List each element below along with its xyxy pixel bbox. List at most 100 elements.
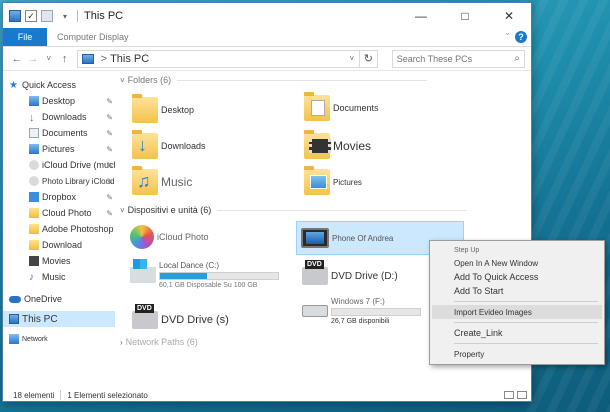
- network-icon: [9, 334, 19, 344]
- qat-dropdown-icon[interactable]: ▾: [57, 12, 73, 21]
- search-box[interactable]: ⌕: [391, 49, 526, 68]
- new-folder-icon[interactable]: [41, 10, 53, 22]
- menu-item-add-quick-access[interactable]: Add To Quick Access: [432, 270, 602, 284]
- menu-item-add-to-start[interactable]: Add To Start: [432, 284, 602, 298]
- maximize-button[interactable]: □: [443, 3, 487, 29]
- close-button[interactable]: ✕: [487, 3, 531, 29]
- ribbon-right: ˇ ?: [506, 31, 527, 43]
- up-button[interactable]: ↑: [57, 53, 73, 65]
- cloud-icon: [29, 176, 39, 186]
- this-pc-icon: [9, 314, 19, 324]
- pin-icon: ✎: [106, 208, 113, 218]
- drive-local-c[interactable]: Local Dance (C:) 60,1 GB Disposable Su 1…: [130, 259, 279, 289]
- folder-pictures[interactable]: Pictures: [304, 166, 362, 195]
- status-separator: [60, 390, 62, 400]
- sidebar-item-dropbox[interactable]: Dropbox ✎: [3, 189, 115, 205]
- collapse-chevron-icon[interactable]: ˅: [120, 76, 125, 85]
- drive-info: Windows 7 (F:) 26,7 GB disponibili: [331, 297, 421, 325]
- menu-item-open-new-window[interactable]: Open In A New Window: [432, 256, 602, 270]
- pin-icon: ✎: [106, 144, 113, 154]
- back-button[interactable]: ←: [9, 53, 25, 65]
- menu-item-property[interactable]: Property: [432, 347, 602, 361]
- large-icons-view-icon[interactable]: [517, 391, 527, 399]
- folder-downloads[interactable]: Downloads: [132, 130, 206, 159]
- sidebar-item-desktop[interactable]: Desktop ✎: [3, 93, 115, 109]
- drive-free-space: 60,1 GB Disposable Su 100 GB: [159, 282, 258, 289]
- address-bar[interactable]: > This PC ˅: [76, 49, 360, 68]
- sidebar-item-icloud-drive[interactable]: iCloud Drive (much ✎: [3, 157, 115, 173]
- ribbon-tabs: File Computer Display ˇ ?: [3, 28, 531, 47]
- folder-desktop[interactable]: Desktop: [132, 94, 194, 123]
- drive-label: Local Dance (C:): [159, 261, 220, 270]
- drive-usage-fill: [160, 273, 208, 279]
- drive-usage-bar: [331, 308, 421, 316]
- folder-documents[interactable]: Documents: [304, 92, 379, 121]
- desktop-icon: [29, 96, 39, 106]
- sidebar-quick-access[interactable]: ★ Quick Access: [3, 77, 115, 93]
- section-title: Folders (6): [127, 75, 172, 85]
- forward-button[interactable]: →: [25, 53, 41, 65]
- sidebar-item-music[interactable]: ♪ Music: [3, 269, 115, 285]
- search-input[interactable]: [396, 53, 507, 64]
- device-label: Phone Of Andrea: [332, 233, 394, 243]
- item-count: 18 elementi: [13, 390, 55, 400]
- windows-drive-icon: [130, 259, 156, 283]
- phone-device-icon: [301, 228, 329, 248]
- minimize-button[interactable]: —: [399, 3, 443, 29]
- sidebar-item-download[interactable]: Download: [3, 237, 115, 253]
- drive-usage-bar: [159, 272, 279, 280]
- sidebar-item-pictures[interactable]: Pictures ✎: [3, 141, 115, 157]
- sidebar-item-movies[interactable]: Movies: [3, 253, 115, 269]
- help-icon[interactable]: ?: [515, 31, 527, 43]
- menu-item-create-link[interactable]: Create_Link: [432, 326, 602, 340]
- sidebar-item-adobe-photoshop[interactable]: Adobe Photoshop (: [3, 221, 115, 237]
- document-icon: [29, 128, 39, 138]
- ribbon-expand-icon[interactable]: ˇ: [506, 32, 509, 42]
- window-controls: — □ ✕: [399, 3, 531, 29]
- drive-windows-f[interactable]: Windows 7 (F:) 26,7 GB disponibili: [302, 297, 421, 325]
- section-title: Dispositivi e unità (6): [127, 205, 212, 215]
- tab-file[interactable]: File: [3, 28, 47, 46]
- folder-music[interactable]: Music: [132, 166, 192, 195]
- window-title: This PC: [84, 10, 124, 22]
- address-separator[interactable]: >: [101, 53, 107, 65]
- sidebar-item-label: Music: [42, 272, 66, 282]
- expand-chevron-icon[interactable]: ›: [120, 338, 123, 347]
- device-icloud-photo[interactable]: iCloud Photo: [130, 225, 209, 249]
- address-dropdown-icon[interactable]: ˅: [345, 54, 359, 63]
- folder-label: Downloads: [161, 141, 206, 151]
- movies-folder-icon: [304, 130, 331, 159]
- dropbox-icon: [29, 192, 39, 202]
- folder-icon: [29, 240, 39, 250]
- address-text[interactable]: This PC: [110, 53, 149, 65]
- devices-section-header[interactable]: ˅ Dispositivi e unità (6): [120, 205, 468, 215]
- folder-label: Movies: [333, 139, 372, 153]
- details-view-icon[interactable]: [504, 391, 514, 399]
- recent-locations-icon[interactable]: ˅: [41, 54, 57, 63]
- menu-separator: [454, 322, 598, 323]
- sidebar-item-label: Quick Access: [22, 80, 77, 90]
- sidebar-item-label: Documents: [42, 128, 88, 138]
- sidebar-item-cloud-photo[interactable]: Cloud Photo ✎: [3, 205, 115, 221]
- menu-item-import-images[interactable]: Import Evideo Images: [432, 305, 602, 319]
- refresh-button[interactable]: ↻: [359, 49, 378, 68]
- picture-icon: [29, 144, 39, 154]
- network-section-header[interactable]: › Network Paths (6): [120, 337, 198, 347]
- sidebar-item-label: Download: [42, 240, 83, 250]
- folder-movies[interactable]: Movies: [304, 130, 372, 159]
- pin-icon: ✎: [106, 176, 113, 186]
- folders-section-header[interactable]: ˅ Folders (6): [120, 75, 428, 85]
- music-note-icon: ♪: [29, 272, 34, 283]
- sidebar-item-downloads[interactable]: ↓ Downloads ✎: [3, 109, 115, 125]
- sidebar-item-documents[interactable]: Documents ✎: [3, 125, 115, 141]
- sidebar-item-onedrive[interactable]: OneDrive: [3, 291, 115, 307]
- sidebar-item-this-pc[interactable]: This PC: [3, 311, 115, 327]
- properties-check-icon[interactable]: ✓: [25, 10, 37, 22]
- documents-folder-icon: [304, 92, 330, 121]
- drive-dvd-d[interactable]: DVD Drive (D:): [302, 260, 398, 285]
- tab-computer[interactable]: Computer Display: [57, 28, 129, 46]
- drive-dvd-s[interactable]: DVD Drive (s): [132, 304, 229, 329]
- sidebar-item-photo-library[interactable]: Photo Library iCloud ✎: [3, 173, 115, 189]
- sidebar-item-network[interactable]: Network: [3, 331, 115, 347]
- collapse-chevron-icon[interactable]: ˅: [120, 206, 125, 215]
